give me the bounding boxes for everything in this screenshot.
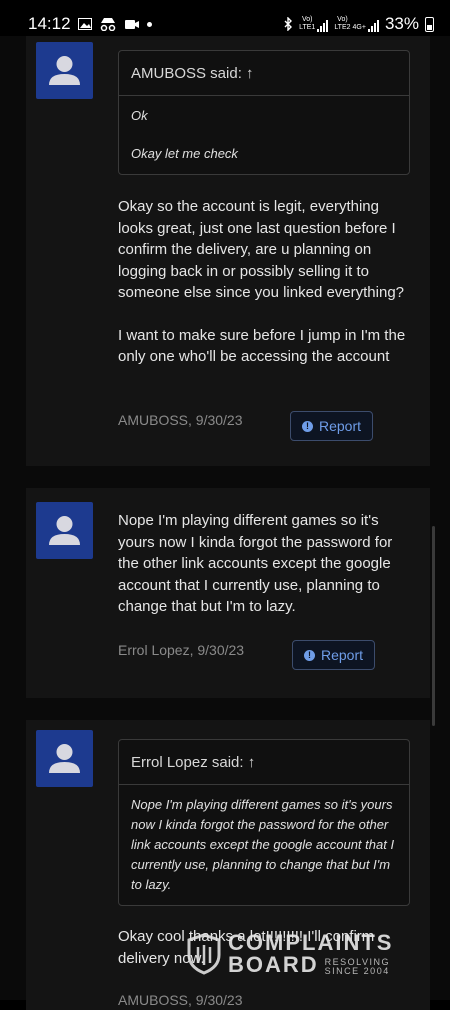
quote-body: Ok Okay let me check xyxy=(119,96,409,174)
complaints-board-watermark: COMPLAINTS BOARD RESOLVING SINCE 2004 xyxy=(186,930,406,978)
post-2: Nope I'm playing different games so it's… xyxy=(26,488,430,698)
avatar[interactable] xyxy=(36,502,93,559)
quote-line: Nope I'm playing different games so it's… xyxy=(131,797,395,892)
avatar[interactable] xyxy=(36,42,93,99)
info-icon: ! xyxy=(301,420,313,432)
post-meta[interactable]: AMUBOSS, 9/30/23 xyxy=(118,412,243,428)
message-paragraph: Okay so the account is legit, everything… xyxy=(118,198,405,301)
notification-dot xyxy=(146,21,152,27)
gallery-icon xyxy=(77,18,92,30)
quote-body: Nope I'm playing different games so it's… xyxy=(119,785,409,905)
quote-line: Okay let me check xyxy=(131,146,238,161)
avatar[interactable] xyxy=(36,730,93,787)
quote-block: AMUBOSS said: ↑ Ok Okay let me check xyxy=(118,50,410,175)
post-meta[interactable]: AMUBOSS, 9/30/23 xyxy=(118,992,243,1008)
message-paragraph: I want to make sure before I jump in I'm… xyxy=(118,326,406,366)
quote-author[interactable]: Errol Lopez said: ↑ xyxy=(119,740,409,785)
user-silhouette-icon xyxy=(49,516,80,545)
sim1-signal: Vo) LTE1 xyxy=(299,16,329,32)
watermark-tag2: SINCE 2004 xyxy=(324,966,390,976)
post-message: Okay so the account is legit, everything… xyxy=(118,196,413,368)
quote-block: Errol Lopez said: ↑ Nope I'm playing dif… xyxy=(118,739,410,906)
report-label: Report xyxy=(320,647,364,663)
incognito-icon xyxy=(100,18,115,31)
info-icon: ! xyxy=(303,649,315,661)
report-button[interactable]: ! Report xyxy=(292,640,375,670)
report-label: Report xyxy=(318,418,362,434)
post-message: Nope I'm playing different games so it's… xyxy=(118,510,413,618)
post-1: AMUBOSS said: ↑ Ok Okay let me check Oka… xyxy=(26,36,430,466)
quote-line: Ok xyxy=(131,108,148,123)
battery-icon xyxy=(425,16,434,32)
quote-author[interactable]: AMUBOSS said: ↑ xyxy=(119,51,409,96)
post-meta[interactable]: Errol Lopez, 9/30/23 xyxy=(118,642,244,658)
user-silhouette-icon xyxy=(49,56,80,85)
report-button[interactable]: ! Report xyxy=(290,411,373,441)
screen-record-icon xyxy=(124,20,139,29)
user-silhouette-icon xyxy=(49,744,80,773)
thread-page: AMUBOSS said: ↑ Ok Okay let me check Oka… xyxy=(0,36,450,1010)
message-paragraph: Nope I'm playing different games so it's… xyxy=(118,512,393,615)
shield-logo-icon xyxy=(187,933,221,975)
scrollbar-thumb[interactable] xyxy=(432,526,435,726)
status-time: 14:12 xyxy=(28,14,71,33)
battery-percent: 33% xyxy=(384,14,419,33)
sim2-signal: Vo) LTE2 4G+ xyxy=(334,16,379,32)
watermark-line2: BOARD xyxy=(228,952,319,977)
watermark-line1: COMPLAINTS xyxy=(228,930,394,955)
bluetooth-icon xyxy=(284,17,293,31)
